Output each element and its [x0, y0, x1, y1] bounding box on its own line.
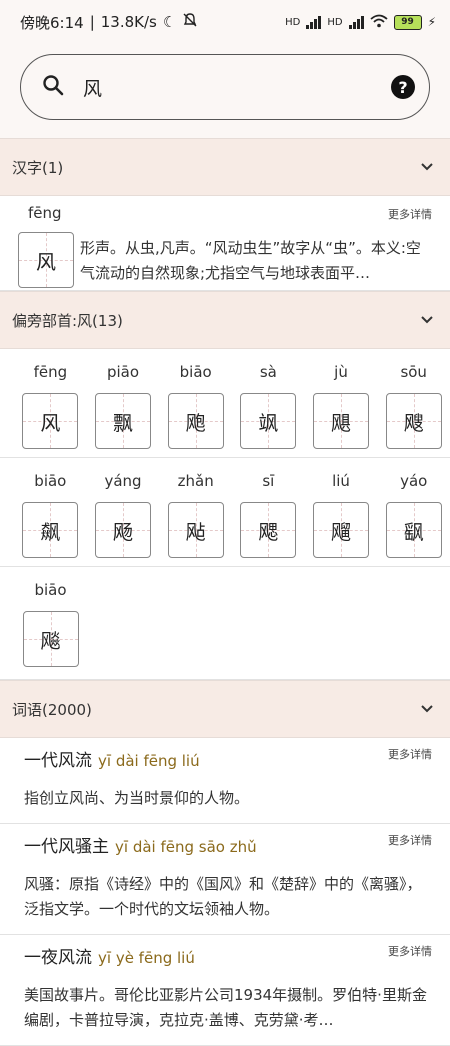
radical-cell[interactable]: biāo 飚: [14, 567, 87, 679]
signal-icon: [306, 15, 322, 29]
radical-row: fēng 风 piāo 飘 biāo 飑 sà 飒 jù 飓 sōu 飕: [0, 349, 450, 458]
chevron-down-icon[interactable]: [418, 311, 436, 329]
word-pinyin: yī dài fēng liú: [98, 752, 200, 770]
word-pinyin: yī dài fēng sāo zhǔ: [115, 838, 257, 856]
char-box[interactable]: 飔: [240, 502, 297, 558]
chevron-down-icon[interactable]: [418, 700, 436, 718]
more-details-link[interactable]: 更多详情: [388, 206, 432, 222]
radical-row: biāo 飙 yáng 飏 zhǎn 飐 sī 飔 liú 飗 yáo 飖: [0, 458, 450, 567]
word-text: 一夜风流: [24, 948, 92, 968]
clock: 傍晚6:14: [20, 13, 84, 32]
section-title: 词语(2000): [12, 700, 92, 719]
radical-cell[interactable]: sà 飒: [232, 349, 305, 457]
more-details-link[interactable]: 更多详情: [388, 943, 432, 959]
hanzi-section-header[interactable]: 汉字(1): [0, 138, 450, 196]
word-pinyin: yī yè fēng liú: [98, 949, 195, 967]
chevron-down-icon[interactable]: [418, 158, 436, 176]
hanzi-item[interactable]: fēng 更多详情 风 形声。从虫,凡声。“风动虫生”故字从“虫”。本义:空气流…: [0, 196, 450, 291]
radical-cell[interactable]: sōu 飕: [377, 349, 450, 457]
help-icon[interactable]: ?: [391, 75, 415, 99]
char-box[interactable]: 飓: [313, 393, 370, 449]
radical-cell[interactable]: sī 飔: [232, 458, 305, 566]
radical-row: biāo 飚: [0, 567, 450, 680]
radical-cell[interactable]: fēng 风: [14, 349, 87, 457]
radical-cell[interactable]: yáo 飖: [377, 458, 450, 566]
char-box[interactable]: 飏: [95, 502, 151, 558]
word-item[interactable]: 一代风流 yī dài fēng liú 更多详情 指创立风尚、为当时景仰的人物。: [0, 738, 450, 824]
network-speed: 13.8K/s: [100, 13, 157, 31]
word-definition: 指创立风尚、为当时景仰的人物。: [24, 789, 250, 807]
section-title: 汉字(1): [12, 158, 64, 177]
more-details-link[interactable]: 更多详情: [388, 746, 432, 762]
hd-label: HD: [285, 16, 301, 28]
charging-icon: ⚡: [427, 15, 436, 29]
word-text: 一代风骚主: [24, 837, 109, 857]
char-box[interactable]: 飗: [313, 502, 370, 558]
char-box[interactable]: 飖: [385, 502, 442, 558]
radical-cell[interactable]: biāo 飑: [159, 349, 232, 457]
battery-icon: 99: [393, 14, 422, 30]
signal-icon-2: [348, 15, 364, 29]
hanzi-definition: 形声。从虫,凡声。“风动虫生”故字从“虫”。本义:空气流动的自然现象;尤指空气与…: [80, 239, 421, 282]
word-item[interactable]: 一夜风流 yī yè fēng liú 更多详情 美国故事片。哥伦比亚影片公司19…: [0, 935, 450, 1046]
char-box[interactable]: 飒: [240, 393, 297, 449]
radical-cell[interactable]: biāo 飙: [14, 458, 87, 566]
radical-cell[interactable]: yáng 飏: [87, 458, 160, 566]
radical-cell[interactable]: zhǎn 飐: [159, 458, 232, 566]
char-box[interactable]: 飘: [95, 393, 151, 449]
section-title: 偏旁部首:风(13): [12, 311, 123, 330]
char-box[interactable]: 风: [22, 393, 79, 449]
hanzi-char-box[interactable]: 风: [18, 232, 74, 288]
char-box[interactable]: 飙: [22, 502, 79, 558]
search-input[interactable]: 风: [83, 74, 391, 101]
search-area: 风 ?: [0, 44, 450, 138]
search-icon[interactable]: [41, 73, 65, 101]
mute-bell-icon: [182, 12, 198, 32]
status-bar: 傍晚6:14 | 13.8K/s ☾ HD HD 99 ⚡: [0, 0, 450, 44]
radical-cell[interactable]: piāo 飘: [87, 349, 160, 457]
word-definition: 美国故事片。哥伦比亚影片公司1934年摄制。罗伯特·里斯金编剧，卡普拉导演，克拉…: [24, 986, 427, 1029]
moon-icon: ☾: [162, 13, 177, 31]
char-box[interactable]: 飐: [167, 502, 224, 558]
char-box[interactable]: 飕: [385, 393, 442, 449]
char-box[interactable]: 飚: [22, 611, 79, 667]
hd-label-2: HD: [327, 16, 343, 28]
search-box[interactable]: 风 ?: [20, 54, 430, 120]
radical-section-header[interactable]: 偏旁部首:风(13): [0, 291, 450, 349]
word-definition: 风骚：原指《诗经》中的《国风》和《楚辞》中的《离骚》，泛指文学。一个时代的文坛领…: [24, 875, 422, 918]
hanzi-pinyin: fēng: [28, 204, 62, 222]
radical-cell[interactable]: jù 飓: [305, 349, 378, 457]
wifi-icon: [369, 14, 388, 31]
word-item[interactable]: 一代风骚主 yī dài fēng sāo zhǔ 更多详情 风骚：原指《诗经》中…: [0, 824, 450, 935]
words-section-header[interactable]: 词语(2000): [0, 680, 450, 738]
char-box[interactable]: 飑: [167, 393, 224, 449]
more-details-link[interactable]: 更多详情: [388, 832, 432, 848]
word-text: 一代风流: [24, 751, 92, 771]
radical-cell[interactable]: liú 飗: [305, 458, 378, 566]
